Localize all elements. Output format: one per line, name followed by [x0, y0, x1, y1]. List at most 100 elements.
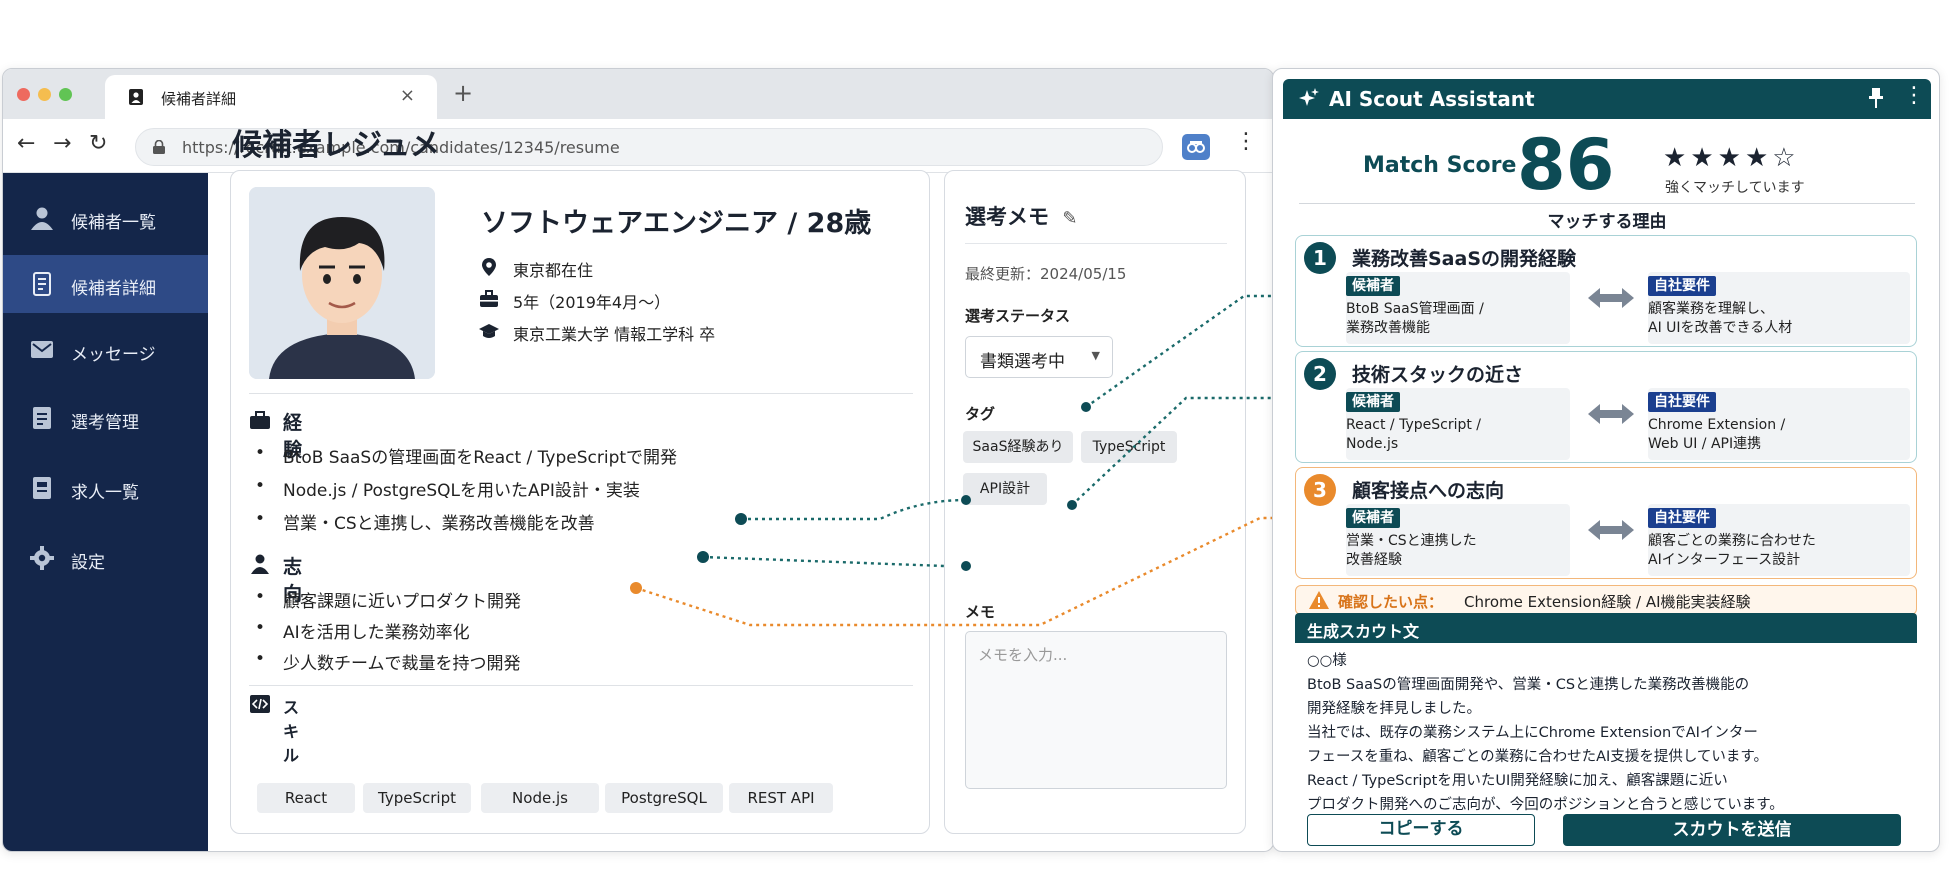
reason-title: 顧客接点への志向	[1352, 480, 1505, 502]
forward-arrow-icon[interactable]: →	[53, 132, 71, 156]
candidate-text: BtoB SaaS管理画面 / 業務改善機能	[1346, 301, 1484, 336]
bidirectional-arrow-icon	[1588, 288, 1634, 308]
experience-item: Node.js / PostgreSQLを用いたAPI設計・実装	[255, 476, 640, 501]
experience-item-text: BtoB SaaSの管理画面をReact / TypeScriptで開発	[283, 448, 678, 468]
document-icon	[33, 272, 51, 296]
new-tab-button[interactable]: +	[453, 79, 473, 107]
extension-icon[interactable]	[1182, 134, 1210, 160]
pencil-icon[interactable]: ✎	[1062, 208, 1077, 229]
experience-item-text: 営業・CSと連携し、業務改善機能を改善	[283, 514, 595, 534]
rating-stars: ★★★★☆	[1663, 143, 1800, 173]
sidebar-item-selection[interactable]: 選考管理	[3, 389, 208, 447]
skill-chip: PostgreSQL	[605, 783, 723, 813]
candidate-text: React / TypeScript / Node.js	[1346, 417, 1482, 452]
ai-panel-header: AI Scout Assistant ⋮	[1283, 79, 1931, 119]
status-select[interactable]: 書類選考中 ▼	[965, 336, 1113, 378]
send-scout-button[interactable]: スカウトを送信	[1563, 814, 1901, 846]
divider	[965, 243, 1227, 244]
close-window-button[interactable]	[17, 88, 30, 101]
reasons-title: マッチする理由	[1547, 212, 1667, 232]
warning-icon	[1309, 591, 1329, 609]
browser-menu-icon[interactable]: ⋮	[1235, 131, 1257, 153]
graduation-cap-icon	[479, 324, 499, 338]
location-pin-icon	[482, 258, 496, 276]
tag-chip[interactable]: SaaS経験あり	[963, 431, 1073, 463]
sidebar-item-label: 候補者一覧	[71, 213, 156, 233]
experience-years-text: 5年（2019年4月〜）	[513, 293, 671, 312]
status-label: 選考ステータス	[965, 307, 1071, 325]
location-text: 東京都在住	[513, 261, 594, 280]
aspiration-item-text: 少人数チームで裁量を持つ開発	[283, 654, 521, 674]
memo-title: 選考メモ ✎	[965, 201, 1077, 231]
bidirectional-arrow-icon	[1588, 404, 1634, 424]
scout-message-heading-text: 生成スカウト文	[1307, 622, 1420, 641]
divider	[249, 393, 913, 394]
status-value: 書類選考中	[980, 352, 1065, 372]
tag-chip[interactable]: API設計	[963, 473, 1047, 505]
profile-title: ソフトウェアエンジニア / 28歳	[481, 208, 872, 239]
tab-candidate-detail[interactable]: 候補者詳細 ×	[105, 75, 437, 119]
reason-number: 3	[1304, 474, 1336, 506]
ai-panel-title: AI Scout Assistant	[1329, 87, 1535, 111]
sidebar-item-label: 候補者詳細	[71, 279, 156, 299]
aspiration-item: AIを活用した業務効率化	[255, 618, 470, 643]
back-arrow-icon[interactable]: ←	[17, 132, 35, 156]
experience-item: BtoB SaaSの管理画面をReact / TypeScriptで開発	[255, 443, 678, 468]
candidate-avatar	[249, 187, 435, 379]
scout-message-body: ○○様 BtoB SaaSの管理画面開発や、営業・CSと連携した業務改善機能の …	[1307, 649, 1917, 817]
scout-message-heading: 生成スカウト文	[1295, 613, 1917, 643]
clipboard-icon	[33, 407, 51, 429]
memo-placeholder: メモを入力...	[978, 646, 1068, 664]
ai-scout-panel: AI Scout Assistant ⋮ Match Score 86 ★★★★…	[1272, 68, 1940, 852]
sidebar-item-messages[interactable]: メッセージ	[3, 321, 208, 379]
education-text: 東京工業大学 情報工学科 卒	[513, 325, 716, 344]
experience-item: 営業・CSと連携し、業務改善機能を改善	[255, 509, 595, 534]
page-title: 候補者レジュメ	[232, 128, 440, 163]
tag-chip[interactable]: TypeScript	[1081, 431, 1177, 463]
list-icon	[33, 477, 51, 499]
minimize-window-button[interactable]	[38, 88, 51, 101]
scout-line: React / TypeScriptを用いたUI開発経験に加え、顧客課題に近い	[1307, 773, 1728, 789]
star-empty-icon: ☆	[1772, 143, 1800, 173]
scout-line: フェースを重ね、顧客ごとの業務に合わせたAI支援を提供しています。	[1307, 749, 1768, 765]
maximize-window-button[interactable]	[59, 88, 72, 101]
person-icon	[251, 554, 269, 574]
reason-number: 2	[1304, 358, 1336, 390]
selection-memo-card: 選考メモ ✎ 最終更新：2024/05/15 選考ステータス 書類選考中 ▼ タ…	[944, 170, 1246, 834]
memo-textarea[interactable]: メモを入力...	[965, 631, 1227, 789]
briefcase-icon	[480, 290, 498, 307]
sidebar-item-job-list[interactable]: 求人一覧	[3, 459, 208, 517]
experience-item-text: Node.js / PostgreSQLを用いたAPI設計・実装	[283, 481, 640, 501]
briefcase-icon	[250, 411, 270, 429]
copy-button[interactable]: コピーする	[1307, 814, 1535, 846]
panel-menu-icon[interactable]: ⋮	[1903, 85, 1925, 107]
sidebar-item-settings[interactable]: 設定	[3, 529, 208, 587]
person-icon	[31, 207, 53, 230]
scout-line: 当社では、既存の業務システム上にChrome ExtensionでAIインター	[1307, 725, 1758, 741]
tags-label: タグ	[965, 405, 996, 423]
confirm-text: Chrome Extension経験 / AI機能実装経験	[1464, 593, 1751, 611]
resume-card: ソフトウェアエンジニア / 28歳 東京都在住 5年（2019年4月〜） 東京工…	[230, 170, 930, 834]
gear-icon	[30, 546, 54, 570]
code-icon	[250, 695, 270, 713]
reason-card: 1 業務改善SaaSの開発経験 候補者 BtoB SaaS管理画面 / 業務改善…	[1295, 235, 1917, 347]
chevron-down-icon: ▼	[1091, 349, 1100, 362]
reason-title: 技術スタックの近さ	[1352, 364, 1524, 386]
sidebar-item-label: 設定	[71, 553, 105, 573]
bidirectional-arrow-icon	[1588, 520, 1634, 540]
tab-bar: 候補者詳細 × +	[3, 69, 1273, 119]
reason-number: 1	[1304, 242, 1336, 274]
reason-card: 3 顧客接点への志向 候補者 営業・CSと連携した 改善経験 自社要件 顧客ごと…	[1295, 467, 1917, 579]
tab-close-icon[interactable]: ×	[400, 85, 415, 106]
match-note: 強くマッチしています	[1665, 180, 1805, 196]
pin-icon[interactable]	[1867, 87, 1885, 109]
sidebar-item-candidate-list[interactable]: 候補者一覧	[3, 189, 208, 247]
company-text: Chrome Extension / Web UI / API連携	[1648, 417, 1786, 452]
sidebar-item-label: 求人一覧	[71, 483, 139, 503]
divider	[249, 685, 913, 686]
address-bar: ← → ↻ https://recruit.example.com/candid…	[3, 119, 1273, 173]
sidebar-item-candidate-detail[interactable]: 候補者詳細	[3, 255, 208, 313]
reload-icon[interactable]: ↻	[89, 132, 107, 156]
star-filled-icon: ★	[1744, 143, 1773, 173]
company-box: 自社要件 Chrome Extension / Web UI / API連携	[1648, 388, 1910, 460]
